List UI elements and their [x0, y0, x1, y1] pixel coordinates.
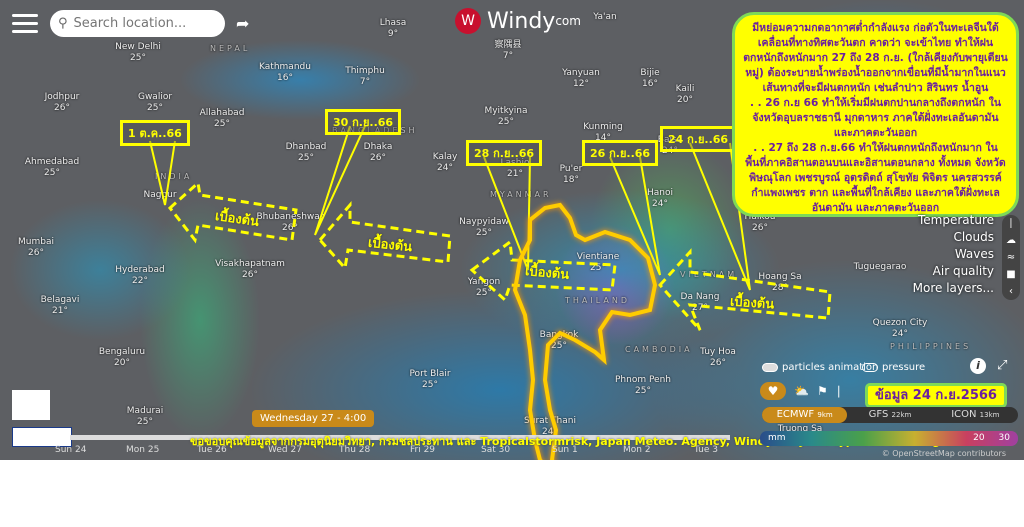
menu-button[interactable] [12, 14, 38, 38]
weather-icon[interactable]: ⛅ [794, 384, 809, 398]
preliminary-label: เบื้องต้น [524, 264, 570, 283]
thailand-outline [512, 202, 658, 460]
pointer-line [609, 156, 661, 276]
weather-map[interactable]: New Delhi 25° Lhasa 9° 察隅县 7° Ya'an Kathmandu 16… [0, 0, 1024, 460]
layer-waves[interactable]: Waves [913, 246, 994, 263]
model-selector: ECMWF 9km GFS 22km ICON 13km [762, 407, 1018, 423]
date-tag: 1 ต.ค..66 [120, 120, 190, 146]
forecast-annotation-text: มีหย่อมความกดอากาศต่ำกำลังแรง ก่อตัวในทะ… [743, 22, 1008, 214]
date-tag: 30 ก.ย..66 [325, 109, 402, 135]
heart-icon[interactable]: ♥ [760, 382, 786, 400]
attribution[interactable]: © OpenStreetMap contributors [882, 449, 1006, 458]
windy-logo-icon: W [455, 8, 481, 34]
model-icon[interactable]: ICON 13km [933, 407, 1018, 423]
forecast-annotation-box: มีหย่อมความกดอากาศต่ำกำลังแรง ก่อตัวในทะ… [732, 12, 1019, 217]
particles-toggle[interactable]: particles animation [762, 362, 878, 373]
model-gfs[interactable]: GFS 22km [847, 407, 932, 423]
precipitation-legend: mm 20 30 [760, 431, 1018, 446]
car-icon[interactable]: ■ [1002, 266, 1020, 283]
toggle-switch[interactable] [862, 363, 878, 372]
preliminary-label: เบื้องต้น [367, 235, 413, 256]
layer-icon-bar: ∣ ☁ ≈ ■ ‹ [1002, 215, 1020, 300]
preliminary-label: เบื้องต้น [729, 294, 775, 313]
layer-temperature[interactable]: Temperature [913, 212, 994, 229]
thermometer-icon[interactable]: ∣ [836, 384, 842, 398]
tropical-storm-risk-logo [12, 390, 50, 420]
legend-tick: 20 [973, 433, 985, 443]
legend-tick: 30 [998, 433, 1010, 443]
waves-icon[interactable]: ≈ [1002, 249, 1020, 266]
layer-more[interactable]: More layers... [913, 280, 994, 297]
chevron-left-icon[interactable]: ‹ [1002, 283, 1020, 300]
timeline-day[interactable]: Mon 25 [126, 445, 159, 455]
logo-suffix: com [555, 14, 581, 28]
toggle-switch[interactable] [762, 363, 778, 372]
layer-menu: Temperature Clouds Waves Air quality Mor… [913, 212, 994, 297]
layer-clouds[interactable]: Clouds [913, 229, 994, 246]
windsock-icon[interactable]: ⚑ [817, 384, 828, 398]
logo-text: Windy [487, 8, 556, 34]
fullscreen-icon[interactable]: ⤢ [997, 358, 1007, 373]
date-tag: 26 ก.ย..66 [582, 140, 659, 166]
pointer-line [149, 140, 176, 206]
date-tag: 28 ก.ย..66 [466, 140, 543, 166]
search-box[interactable]: ⚲ [50, 10, 225, 37]
thermometer-icon[interactable]: ∣ [1002, 215, 1020, 232]
timeline-tooltip: Wednesday 27 - 4:00 [252, 410, 375, 427]
cloud-icon[interactable]: ☁ [1002, 232, 1020, 249]
info-icon[interactable]: i [970, 358, 986, 374]
legend-unit: mm [768, 433, 786, 443]
share-icon[interactable]: ➦ [236, 14, 249, 33]
team-group-logo [12, 427, 72, 447]
model-ecmwf[interactable]: ECMWF 9km [762, 407, 848, 423]
windy-logo[interactable]: W Windy com [455, 8, 581, 34]
search-input[interactable] [73, 16, 204, 31]
overlay-icon-row: ♥ ⛅ ⚑ ∣ [760, 382, 842, 400]
search-icon: ⚲ [58, 16, 68, 31]
pressure-toggle[interactable]: pressure [862, 362, 925, 373]
data-date-badge: ข้อมูล 24 ก.ย.2566 [865, 383, 1007, 408]
timeline-day[interactable]: Sun 24 [55, 445, 86, 455]
layer-air-quality[interactable]: Air quality [913, 263, 994, 280]
date-tag: 24 ก.ย..66 [660, 126, 737, 152]
toggle-label: pressure [882, 362, 926, 373]
